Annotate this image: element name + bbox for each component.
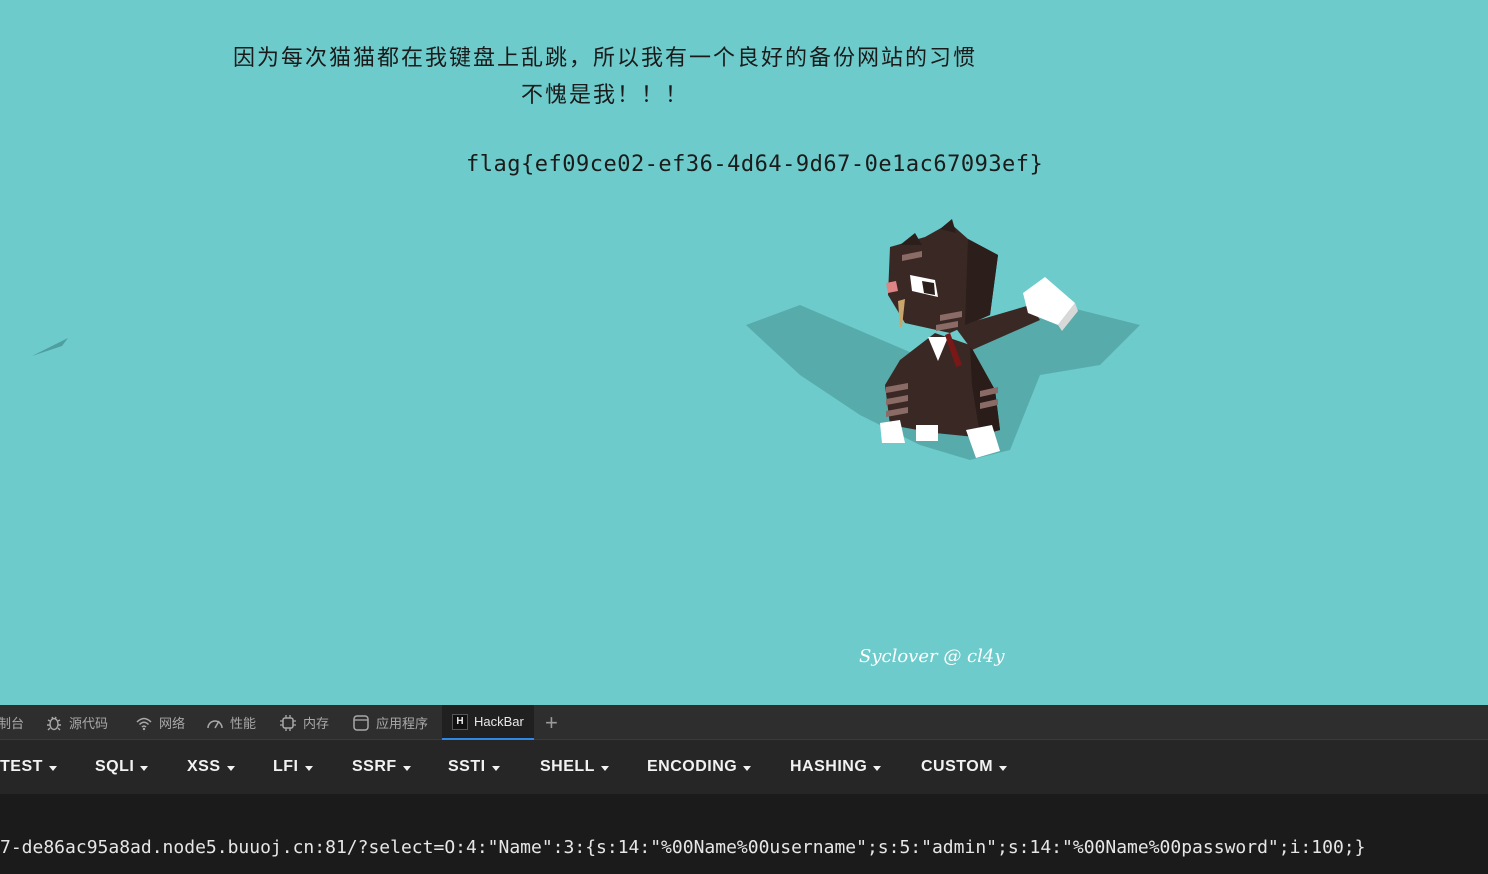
- tab-network-label: 网络: [159, 716, 186, 731]
- caret-down-icon: [743, 765, 752, 771]
- chip-icon: [279, 714, 297, 732]
- gauge-icon: [206, 714, 224, 732]
- caret-down-icon: [226, 765, 235, 771]
- caret-down-icon: [873, 765, 882, 771]
- author-signature: Syclover @ cl4y: [859, 646, 1005, 667]
- cat-figure: [746, 219, 1140, 460]
- tab-application-label: 应用程序: [376, 716, 429, 731]
- hackbar-menu-bar: TEST SQLI XSS LFI SSRF SSTI SHELL ENCODI…: [0, 740, 1488, 794]
- devtools-tab-bar: 制台 源代码 网络 性能 内存 应用程序 H HackBar +: [0, 705, 1488, 740]
- add-tab-button[interactable]: +: [545, 705, 558, 740]
- menu-hashing-label: HASHING: [790, 758, 868, 775]
- menu-ssti-label: SSTI: [448, 758, 486, 775]
- menu-shell[interactable]: SHELL: [540, 740, 609, 794]
- menu-test-label: TEST: [0, 758, 43, 775]
- menu-sqli[interactable]: SQLI: [95, 740, 149, 794]
- caret-down-icon: [999, 765, 1008, 771]
- tab-sources[interactable]: 源代码: [45, 705, 108, 740]
- tab-hackbar[interactable]: H HackBar: [442, 705, 534, 740]
- tab-memory[interactable]: 内存: [279, 705, 329, 740]
- tab-hackbar-label: HackBar: [474, 714, 524, 729]
- menu-ssrf-label: SSRF: [352, 758, 397, 775]
- caret-down-icon: [402, 765, 411, 771]
- menu-shell-label: SHELL: [540, 758, 595, 775]
- tab-console[interactable]: 制台: [0, 705, 24, 740]
- tab-performance-label: 性能: [230, 716, 257, 731]
- menu-ssti[interactable]: SSTI: [448, 740, 500, 794]
- hackbar-logo-icon: H: [452, 713, 468, 730]
- caret-down-icon: [600, 765, 609, 771]
- menu-test[interactable]: TEST: [0, 740, 57, 794]
- caret-down-icon: [140, 765, 149, 771]
- tab-performance[interactable]: 性能: [206, 705, 256, 740]
- menu-lfi[interactable]: LFI: [273, 740, 313, 794]
- url-input[interactable]: 7-de86ac95a8ad.node5.buuoj.cn:81/?select…: [0, 837, 1488, 858]
- menu-ssrf[interactable]: SSRF: [352, 740, 411, 794]
- menu-custom[interactable]: CUSTOM: [921, 740, 1008, 794]
- shadow-streak: [32, 338, 68, 356]
- url-input-area: 7-de86ac95a8ad.node5.buuoj.cn:81/?select…: [0, 794, 1488, 874]
- caret-down-icon: [48, 765, 57, 771]
- wifi-icon: [135, 714, 153, 732]
- tab-network[interactable]: 网络: [135, 705, 185, 740]
- page-headline: 因为每次猫猫都在我键盘上乱跳，所以我有一个良好的备份网站的习惯: [232, 46, 977, 71]
- menu-xss[interactable]: XSS: [187, 740, 235, 794]
- bug-icon: [45, 714, 63, 732]
- web-page: 因为每次猫猫都在我键盘上乱跳，所以我有一个良好的备份网站的习惯 不愧是我！！！ …: [0, 0, 1488, 705]
- caret-down-icon: [304, 765, 313, 771]
- menu-hashing[interactable]: HASHING: [790, 740, 882, 794]
- flag-text: flag{ef09ce02-ef36-4d64-9d67-0e1ac67093e…: [466, 152, 1044, 177]
- menu-xss-label: XSS: [187, 758, 221, 775]
- tab-application[interactable]: 应用程序: [352, 705, 428, 740]
- page-subheadline: 不愧是我！！！: [520, 83, 689, 108]
- tab-memory-label: 内存: [303, 716, 330, 731]
- caret-down-icon: [491, 765, 500, 771]
- tab-console-label: 制台: [0, 716, 25, 731]
- menu-encoding-label: ENCODING: [647, 758, 738, 775]
- menu-custom-label: CUSTOM: [921, 758, 994, 775]
- tab-sources-label: 源代码: [69, 716, 109, 731]
- app-window-icon: [352, 714, 370, 732]
- menu-encoding[interactable]: ENCODING: [647, 740, 752, 794]
- menu-lfi-label: LFI: [273, 758, 299, 775]
- menu-sqli-label: SQLI: [95, 758, 135, 775]
